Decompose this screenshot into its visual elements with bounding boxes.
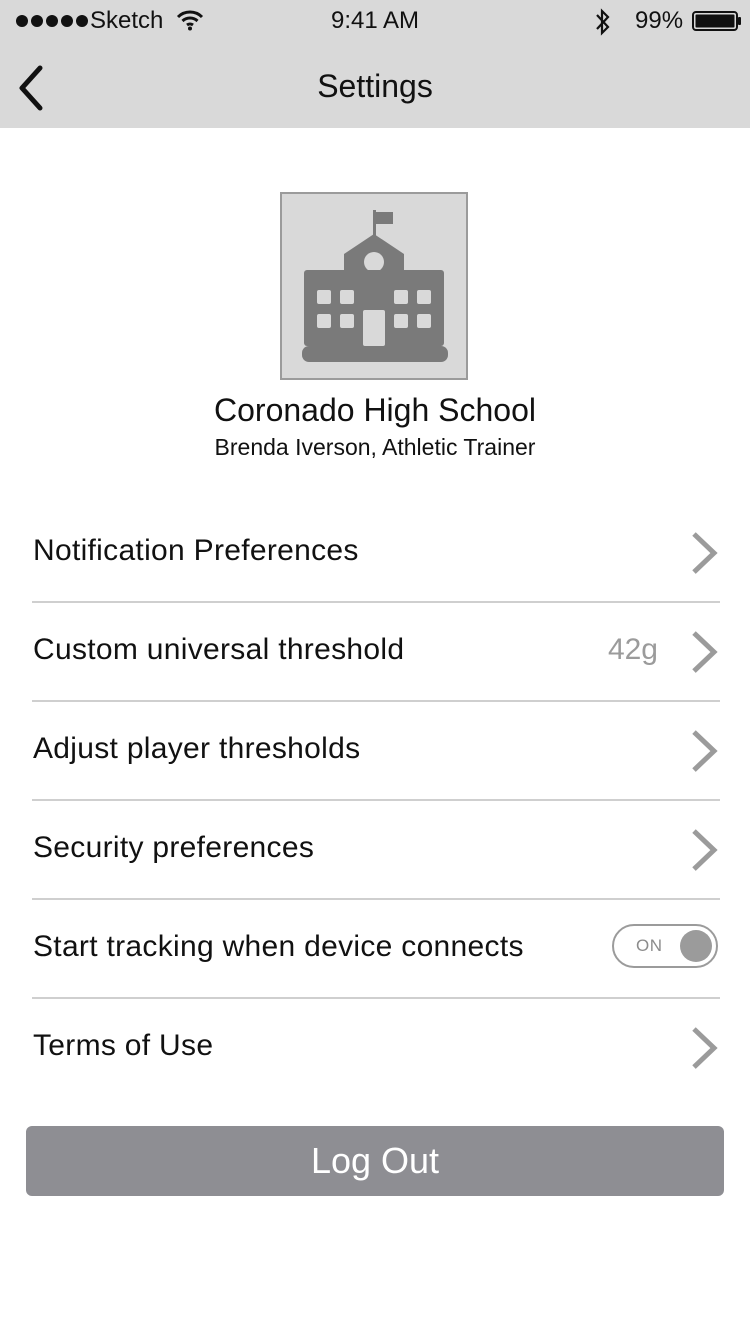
settings-row-adjust-player-thresholds[interactable]: Adjust player thresholds xyxy=(32,702,720,801)
chevron-right-icon xyxy=(692,631,718,673)
bluetooth-icon xyxy=(596,8,610,36)
chevron-right-icon xyxy=(692,829,718,871)
chevron-right-icon xyxy=(692,1027,718,1069)
battery-icon xyxy=(692,11,741,31)
settings-row-label: Custom universal threshold xyxy=(33,633,405,666)
battery-percentage: 99% xyxy=(635,7,684,34)
settings-row-label: Terms of Use xyxy=(33,1029,214,1062)
settings-row-label: Notification Preferences xyxy=(33,534,359,567)
settings-screen: Sketch 9:41 AM 99% Settings Coronado Hig… xyxy=(0,0,750,1334)
school-avatar[interactable] xyxy=(280,192,468,380)
settings-row-label: Start tracking when device connects xyxy=(33,930,524,963)
settings-row-label: Security preferences xyxy=(33,831,315,864)
navigation-bar: Settings xyxy=(0,44,750,128)
chevron-right-icon xyxy=(692,730,718,772)
settings-row-notification-preferences[interactable]: Notification Preferences xyxy=(32,504,720,603)
logout-button[interactable]: Log Out xyxy=(26,1126,724,1196)
chevron-right-icon xyxy=(692,532,718,574)
settings-row-start-tracking: Start tracking when device connects ON xyxy=(32,900,720,999)
settings-row-custom-universal-threshold[interactable]: Custom universal threshold 42g xyxy=(32,603,720,702)
school-name: Coronado High School xyxy=(214,392,536,428)
settings-list: Notification Preferences Custom universa… xyxy=(32,504,720,1096)
toggle-state-label: ON xyxy=(636,936,663,955)
start-tracking-toggle[interactable]: ON xyxy=(612,924,718,968)
school-building-icon xyxy=(302,210,448,362)
settings-row-label: Adjust player thresholds xyxy=(33,732,361,765)
user-name-role: Brenda Iverson, Athletic Trainer xyxy=(214,434,536,460)
top-bar: Sketch 9:41 AM 99% Settings xyxy=(0,0,750,128)
status-bar: Sketch 9:41 AM 99% xyxy=(0,0,750,44)
settings-row-security-preferences[interactable]: Security preferences xyxy=(32,801,720,900)
toggle-knob xyxy=(680,930,712,962)
settings-row-terms-of-use[interactable]: Terms of Use xyxy=(32,999,720,1096)
threshold-value: 42g xyxy=(607,633,658,666)
page-title: Settings xyxy=(317,68,433,104)
